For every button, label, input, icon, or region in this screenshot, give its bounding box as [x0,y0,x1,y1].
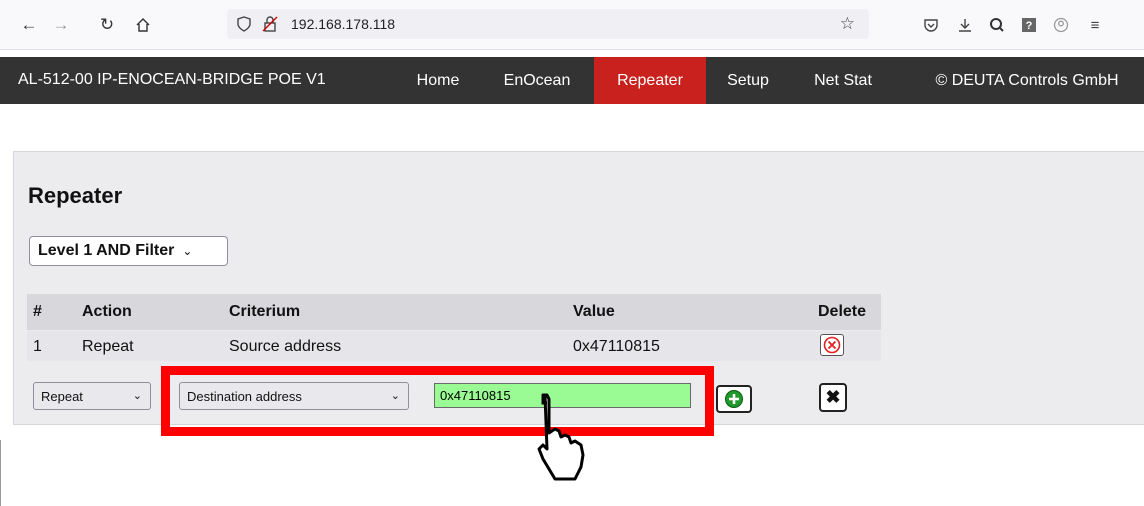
delete-row-button[interactable] [820,334,844,356]
add-entry-button[interactable] [716,385,752,413]
home-icon[interactable] [132,14,154,36]
row-value: 0x47110815 [573,338,660,355]
bookmark-star-icon[interactable]: ☆ [840,14,855,34]
row-action: Repeat [82,338,134,355]
criterium-select-value: Destination address [187,388,302,404]
page-title: Repeater [28,183,123,208]
level-filter-select[interactable]: Level 1 AND Filter ⌄ [29,236,228,266]
nav-enocean[interactable]: EnOcean [485,57,589,104]
menu-icon[interactable]: ≡ [1084,14,1106,36]
row-criterium: Source address [229,338,342,355]
extension-icon[interactable] [986,14,1008,36]
svg-text:?: ? [1026,20,1033,32]
nav-home[interactable]: Home [398,57,478,104]
brand-title: AL-512-00 IP-ENOCEAN-BRIDGE POE V1 [18,71,326,88]
criterium-select[interactable]: Destination address ⌄ [179,382,409,410]
delete-circle-icon [823,336,841,354]
header-delete: Delete [818,303,867,320]
reload-icon[interactable]: ↻ [96,14,118,36]
header-criterium: Criterium [229,303,301,320]
browser-toolbar: ← → ↻ 192.168.178.118 ☆ ? ≡ [0,0,1144,50]
row-number: 1 [33,338,42,355]
help-icon[interactable]: ? [1018,14,1040,36]
header-value: Value [573,303,615,320]
hand-cursor-icon [537,393,585,481]
account-icon[interactable] [1050,14,1072,36]
shield-icon[interactable] [235,15,253,33]
action-select[interactable]: Repeat ⌄ [33,382,151,410]
table-header [27,294,881,330]
forward-icon[interactable]: → [50,14,72,36]
nav-net-stat[interactable]: Net Stat [794,57,892,104]
level-filter-value: Level 1 AND Filter [38,242,175,259]
nav-setup[interactable]: Setup [710,57,786,104]
download-icon[interactable] [954,14,976,36]
site-nav: AL-512-00 IP-ENOCEAN-BRIDGE POE V1 Home … [0,57,1144,104]
url-text: 192.168.178.118 [291,16,396,32]
insecure-lock-icon[interactable] [261,15,279,33]
chevron-down-icon: ⌄ [390,390,400,402]
chevron-down-icon: ⌄ [182,244,193,258]
back-icon[interactable]: ← [18,14,40,36]
url-bar[interactable]: 192.168.178.118 ☆ [227,9,869,39]
plus-circle-icon [725,390,743,408]
header-number: # [33,303,42,320]
action-select-value: Repeat [41,388,83,404]
nav-repeater[interactable]: Repeater [594,57,706,104]
cancel-entry-button[interactable]: ✖ [819,383,847,412]
pocket-icon[interactable] [920,14,942,36]
close-icon: ✖ [825,387,841,407]
copyright-label: © DEUTA Controls GmbH [935,72,1119,89]
header-action: Action [82,303,132,320]
table-row [27,331,881,361]
divider [0,440,1,506]
chevron-down-icon: ⌄ [132,390,142,402]
